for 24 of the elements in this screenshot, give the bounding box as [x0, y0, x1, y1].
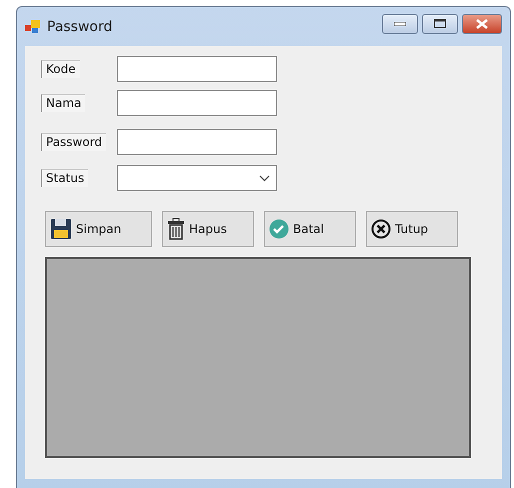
close-icon [476, 18, 488, 28]
minimize-icon [394, 22, 406, 26]
text-field[interactable] [117, 129, 277, 155]
field-label: Password [41, 133, 106, 151]
window-title: Password [47, 18, 112, 34]
app-icon [25, 20, 41, 34]
field-label: Nama [41, 94, 86, 112]
field-label: Kode [41, 60, 80, 78]
save-button[interactable]: Simpan [45, 211, 152, 247]
maximize-button[interactable] [422, 14, 458, 34]
chevron-down-icon [259, 174, 270, 182]
field-label: Status [41, 169, 88, 187]
minimize-button[interactable] [382, 14, 418, 34]
check-circle-icon [269, 219, 289, 239]
close-circle-icon [371, 219, 391, 239]
text-field[interactable] [117, 56, 277, 82]
status-dropdown[interactable] [117, 165, 277, 191]
maximize-icon [434, 19, 446, 28]
trash-can-icon [167, 218, 185, 240]
close-button[interactable]: Tutup [366, 211, 458, 247]
cancel-button[interactable]: Batal [264, 211, 356, 247]
delete-button[interactable]: Hapus [162, 211, 254, 247]
close-button[interactable] [462, 14, 502, 34]
text-field[interactable] [117, 90, 277, 116]
